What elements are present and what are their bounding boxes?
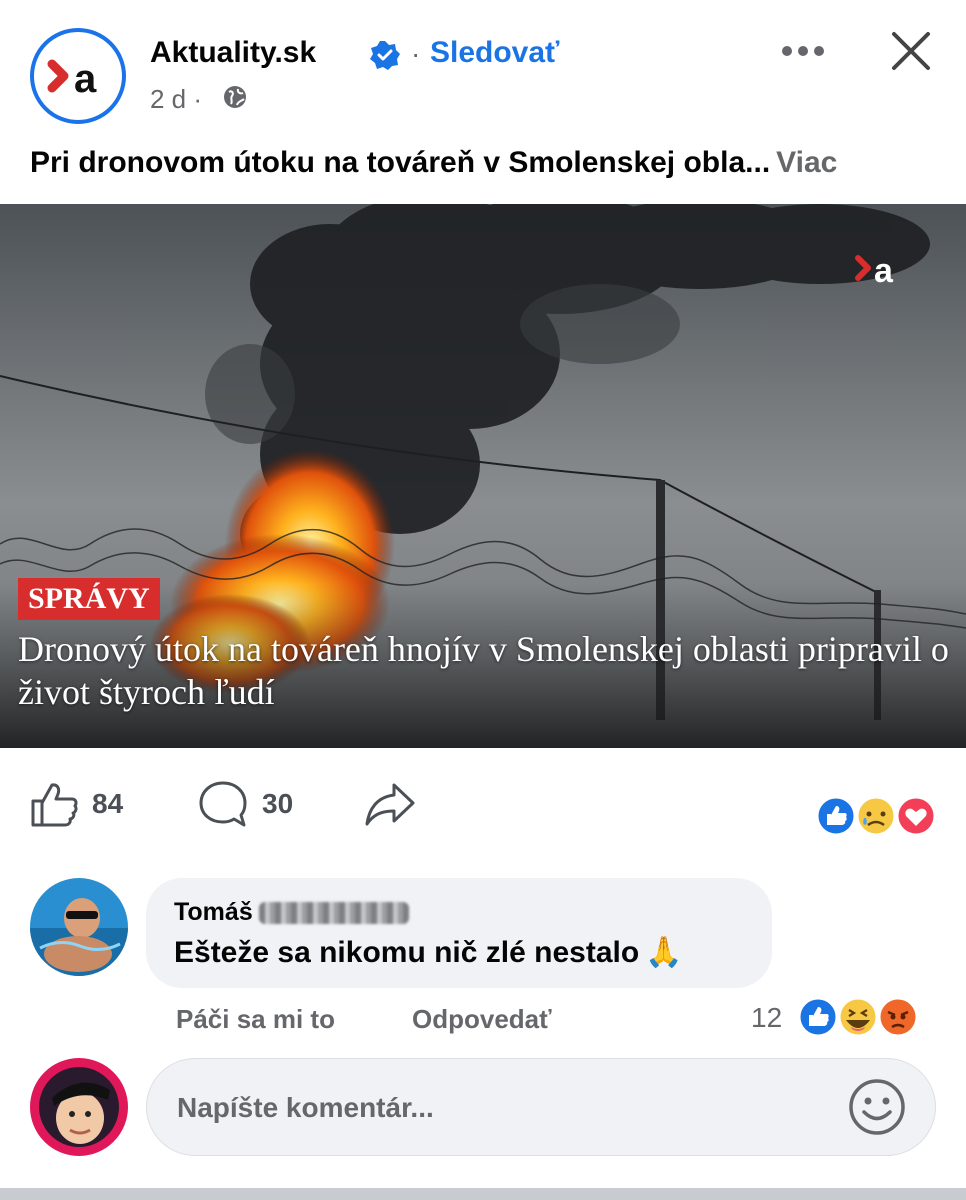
current-user-photo xyxy=(30,1058,128,1156)
comment-button[interactable]: 30 xyxy=(198,780,293,828)
comment-author-name: Tomáš xyxy=(174,898,253,926)
globe-icon xyxy=(224,86,246,108)
share-icon xyxy=(365,783,415,826)
like-reaction-icon xyxy=(798,996,839,1038)
close-icon[interactable] xyxy=(890,30,932,72)
commenter-avatar[interactable] xyxy=(30,878,128,976)
praying-hands-emoji: 🙏 xyxy=(645,936,683,969)
page-name[interactable]: Aktuality.sk xyxy=(150,36,316,70)
comment-bubble: Tomáš Ešteže sa nikomu nič zlé nestalo 🙏 xyxy=(146,878,772,988)
love-reaction-icon xyxy=(895,796,937,836)
like-reaction-icon xyxy=(816,796,857,836)
comment-text: Ešteže sa nikomu nič zlé nestalo 🙏 xyxy=(174,935,744,970)
comment-reactions-summary[interactable] xyxy=(798,996,920,1038)
share-button[interactable] xyxy=(364,780,416,828)
emoji-picker-icon[interactable] xyxy=(847,1077,907,1137)
comment-reply-button[interactable]: Odpovedať xyxy=(412,1004,552,1035)
sad-reaction-icon xyxy=(855,796,897,836)
page-avatar[interactable]: a xyxy=(30,28,126,124)
comment-composer[interactable] xyxy=(146,1058,936,1156)
post-reactions-summary[interactable] xyxy=(816,796,938,836)
commenter-photo xyxy=(30,878,128,976)
comment-text-content: Ešteže sa nikomu nič zlé nestalo xyxy=(174,936,640,969)
comment-like-button[interactable]: Páči sa mi to xyxy=(176,1004,335,1035)
comment-reaction-count: 12 xyxy=(751,1002,783,1033)
verified-badge-icon xyxy=(370,41,400,70)
comment-count: 30 xyxy=(262,788,294,819)
more-options-icon[interactable] xyxy=(780,44,826,58)
comment-input[interactable] xyxy=(175,1083,839,1133)
image-headline: Dronový útok na továreň hnojív v Smolens… xyxy=(18,629,949,712)
redacted-surname xyxy=(258,901,409,924)
aktuality-logo: a xyxy=(47,57,97,101)
see-more-link[interactable]: Viac xyxy=(776,146,837,179)
follow-button[interactable]: Sledovať xyxy=(430,36,559,70)
like-button[interactable]: 84 xyxy=(30,780,123,828)
post-text: Pri dronovom útoku na továreň v Smolensk… xyxy=(30,146,940,180)
current-user-avatar[interactable] xyxy=(30,1058,128,1156)
haha-reaction-icon xyxy=(837,996,879,1038)
svg-text:a: a xyxy=(874,252,894,290)
svg-text:a: a xyxy=(74,57,97,101)
separator-dot: · xyxy=(411,38,421,69)
comment-icon xyxy=(199,781,247,827)
news-category-badge: SPRÁVY xyxy=(18,578,160,620)
like-count: 84 xyxy=(92,788,124,819)
bottom-divider xyxy=(0,1188,966,1200)
comment-author[interactable]: Tomáš xyxy=(174,898,744,927)
post-time: 2 d · xyxy=(150,84,203,114)
angry-reaction-icon xyxy=(877,996,919,1038)
thumbs-up-icon xyxy=(31,783,78,827)
post-text-content: Pri dronovom útoku na továreň v Smolensk… xyxy=(30,146,771,179)
